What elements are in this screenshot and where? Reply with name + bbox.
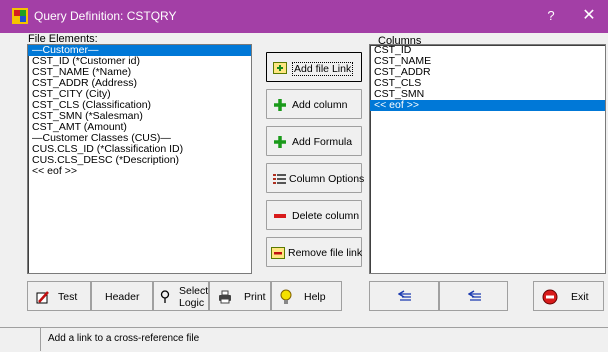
delete-column-label: Delete column xyxy=(292,210,360,222)
window-title: Query Definition: CSTQRY xyxy=(34,9,177,23)
column-options-icon xyxy=(273,174,286,184)
minus-icon xyxy=(274,214,286,218)
print-button[interactable]: Print xyxy=(209,281,271,311)
remove-file-link-button[interactable]: Remove file link xyxy=(266,237,362,267)
print-label: Print xyxy=(244,291,266,303)
move-left-icon xyxy=(398,290,411,301)
add-formula-label: Add Formula xyxy=(292,136,353,148)
help-button[interactable]: Help xyxy=(271,281,342,311)
test-label: Test xyxy=(58,291,78,303)
header-label: Header xyxy=(105,291,140,303)
test-button[interactable]: Test xyxy=(27,281,91,311)
move-up-icon xyxy=(468,290,481,301)
plus-icon xyxy=(274,99,286,111)
add-formula-button[interactable]: Add Formula xyxy=(266,126,362,156)
column-options-label: Column Options xyxy=(289,173,365,185)
status-divider xyxy=(40,327,41,351)
test-icon xyxy=(36,291,49,304)
select-logic-button[interactable]: Select Logic xyxy=(153,281,209,311)
exit-icon xyxy=(542,289,558,305)
help-label: Help xyxy=(304,291,326,303)
list-item[interactable]: << eof >> xyxy=(28,166,251,177)
plus-icon xyxy=(274,136,286,148)
close-button[interactable]: ✕ xyxy=(578,6,600,26)
add-link-icon xyxy=(273,62,287,74)
add-column-label: Add column xyxy=(292,99,348,111)
help-bulb-icon xyxy=(280,289,292,304)
remove-link-icon xyxy=(271,247,285,259)
add-file-link-label: Add file Link xyxy=(292,62,354,76)
funnel-icon xyxy=(160,290,170,303)
move-left-button[interactable] xyxy=(369,281,439,311)
printer-icon xyxy=(219,290,231,304)
delete-column-button[interactable]: Delete column xyxy=(266,200,362,230)
remove-file-link-label: Remove file link xyxy=(288,247,363,259)
exit-button[interactable]: Exit xyxy=(533,281,604,311)
app-icon xyxy=(12,8,28,24)
file-elements-list[interactable]: —Customer— CST_ID (*Customer id) CST_NAME … xyxy=(27,44,252,274)
move-right-button[interactable] xyxy=(439,281,508,311)
exit-label: Exit xyxy=(571,291,589,303)
help-title-button[interactable]: ? xyxy=(540,6,562,26)
list-item[interactable]: << eof >> xyxy=(370,100,605,111)
logic-label: Logic xyxy=(179,297,205,309)
column-options-button[interactable]: Column Options xyxy=(266,163,365,193)
columns-list[interactable]: CST_ID CST_NAME CST_ADDR CST_CLS CST_SMN << e… xyxy=(369,44,606,274)
status-text: Add a link to a cross-reference file xyxy=(48,333,200,344)
header-button[interactable]: Header xyxy=(91,281,153,311)
add-column-button[interactable]: Add column xyxy=(266,89,362,119)
select-label: Select xyxy=(179,285,209,297)
add-file-link-button[interactable]: Add file Link xyxy=(266,52,362,82)
